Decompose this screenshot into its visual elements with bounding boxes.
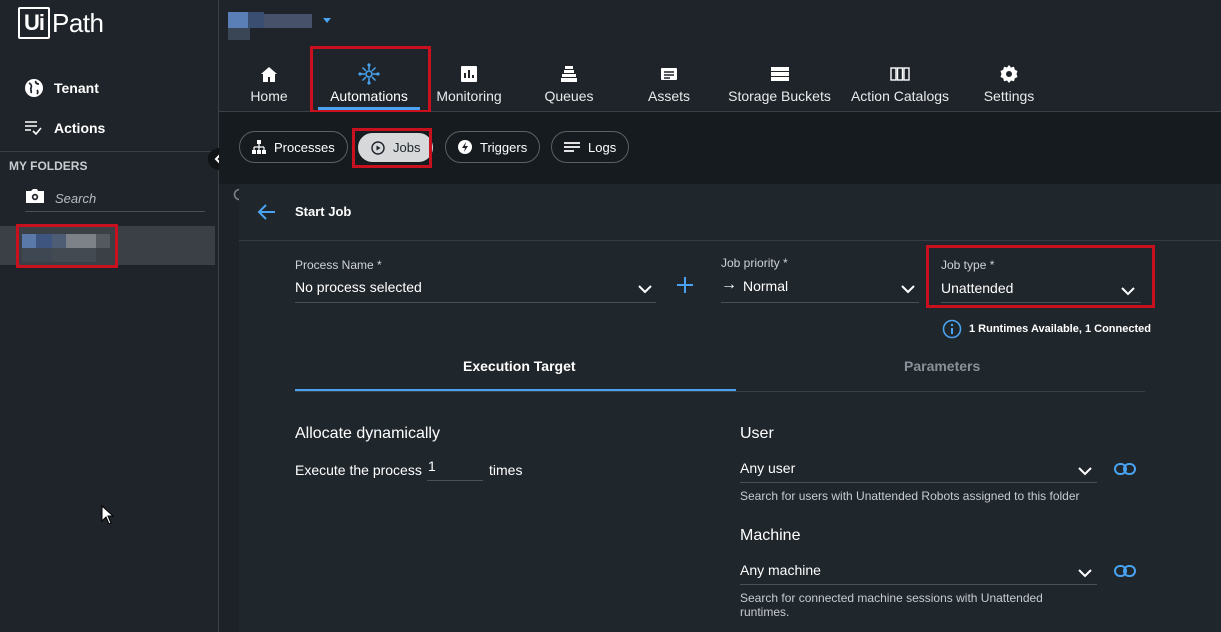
chevron-down-icon[interactable] [1078, 565, 1092, 583]
subtab-label: Processes [274, 139, 335, 155]
tab-storage-buckets[interactable]: Storage Buckets [728, 63, 831, 104]
process-name-label: Process Name * [295, 258, 382, 272]
priority-arrow-icon: → [721, 276, 737, 293]
runtimes-text: 1 Runtimes Available, 1 Connected [969, 323, 1151, 335]
mouse-cursor-icon [101, 504, 115, 530]
folder-search-input[interactable] [55, 191, 233, 206]
link-icon[interactable] [1114, 461, 1136, 482]
monitoring-icon [460, 63, 478, 85]
catalogs-icon [890, 63, 910, 85]
tabs-divider [295, 391, 1145, 392]
tab-label: Queues [544, 88, 594, 104]
tab-execution-target[interactable]: Execution Target [463, 358, 576, 374]
chevron-down-icon[interactable] [638, 281, 652, 299]
tab-settings[interactable]: Settings [983, 63, 1035, 104]
tab-home[interactable]: Home [250, 63, 288, 104]
tab-label: Storage Buckets [728, 88, 831, 104]
assets-icon [660, 63, 678, 85]
link-icon[interactable] [1114, 563, 1136, 584]
uipath-logo[interactable]: Ui Path [18, 6, 104, 40]
storage-icon [770, 63, 790, 85]
tab-label: Home [250, 88, 288, 104]
tab-action-catalogs[interactable]: Action Catalogs [850, 63, 950, 104]
machine-hint: Search for connected machine sessions wi… [740, 591, 1043, 619]
tab-label: Action Catalogs [850, 88, 950, 104]
tab-label: Settings [983, 88, 1035, 104]
subtab-logs[interactable]: Logs [551, 131, 630, 163]
page-title: Start Job [295, 204, 352, 219]
execute-suffix: times [489, 462, 523, 478]
queues-icon [560, 63, 578, 85]
info-icon [942, 319, 962, 339]
globe-icon [24, 78, 46, 98]
folder-search [25, 186, 249, 212]
runtimes-info: 1 Runtimes Available, 1 Connected [942, 319, 1151, 339]
subtab-label: Triggers [480, 139, 528, 155]
sidebar-item-label: Actions [54, 120, 106, 136]
chevron-down-icon[interactable] [1078, 463, 1092, 481]
user-underline [740, 482, 1097, 483]
user-title: User [740, 425, 774, 442]
home-icon [260, 63, 278, 85]
tab-parameters[interactable]: Parameters [904, 358, 980, 374]
sidebar-divider [0, 151, 219, 152]
sidebar-item-label: Tenant [54, 80, 99, 96]
active-tab-indicator [295, 389, 736, 391]
execution-count-input[interactable]: 1 [427, 458, 483, 481]
panel-header [239, 184, 1221, 241]
sidebar-nav: Tenant Actions [24, 68, 105, 148]
job-priority-label: Job priority * [721, 256, 788, 270]
actions-icon [24, 120, 46, 136]
folder-camera-icon [25, 188, 45, 209]
user-select[interactable]: Any user [740, 460, 795, 476]
processes-icon [252, 140, 266, 154]
job-priority-select[interactable]: Normal [743, 278, 788, 294]
top-header [219, 0, 1221, 44]
subtab-triggers[interactable]: Triggers [445, 131, 541, 163]
machine-underline [740, 584, 1097, 585]
machine-title: Machine [740, 527, 801, 544]
folder-highlight [16, 224, 118, 268]
machine-select[interactable]: Any machine [740, 562, 821, 578]
jobs-highlight [352, 128, 432, 168]
job-type-highlight [926, 245, 1155, 308]
logo-path: Path [52, 7, 104, 38]
tab-assets[interactable]: Assets [646, 63, 692, 104]
tab-monitoring[interactable]: Monitoring [434, 63, 504, 104]
tab-queues[interactable]: Queues [544, 63, 594, 104]
subtab-label: Logs [588, 139, 617, 155]
tab-label: Monitoring [436, 88, 502, 104]
process-name-select[interactable]: No process selected [295, 279, 422, 295]
lines-icon [564, 141, 580, 153]
gear-icon [999, 63, 1019, 85]
sidebar-item-actions[interactable]: Actions [24, 108, 105, 148]
chevron-down-icon[interactable] [901, 281, 915, 299]
automations-highlight [310, 46, 431, 113]
back-arrow-icon[interactable] [257, 202, 277, 227]
job-priority-underline [721, 302, 919, 303]
tab-label: Assets [647, 88, 690, 104]
execute-prefix: Execute the process [295, 462, 422, 478]
sidebar-item-tenant[interactable]: Tenant [24, 68, 105, 108]
chevron-down-icon[interactable] [323, 18, 331, 23]
logo-ui: Ui [18, 7, 50, 39]
subtab-processes[interactable]: Processes [239, 131, 348, 163]
bolt-icon [458, 140, 472, 154]
tenant-selector-redacted[interactable] [228, 12, 312, 40]
allocate-title: Allocate dynamically [295, 425, 440, 442]
user-hint: Search for users with Unattended Robots … [740, 489, 1080, 503]
folders-title: MY FOLDERS [9, 159, 88, 173]
process-name-underline [295, 302, 656, 303]
add-process-button[interactable] [676, 276, 694, 299]
